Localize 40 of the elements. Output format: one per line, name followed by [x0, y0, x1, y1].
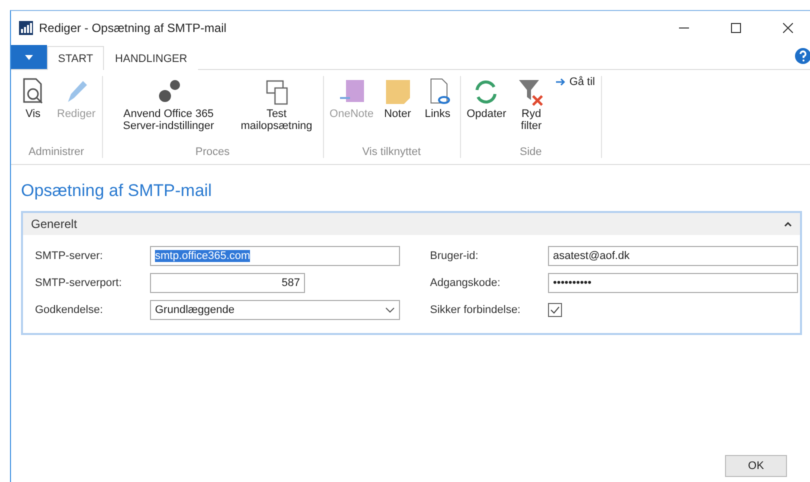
- group-label: Administrer: [27, 146, 86, 158]
- field-label: Sikker forbindelse:: [430, 304, 522, 316]
- group-label: Side: [518, 146, 543, 158]
- ribbon-button[interactable]: Test mailopsætning: [236, 76, 317, 132]
- collapse-icon[interactable]: [784, 222, 792, 226]
- ribbon-tab[interactable]: START: [47, 46, 104, 70]
- page-title: Opsætning af SMTP-mail: [20, 180, 213, 202]
- group-label: Proces: [194, 146, 231, 158]
- text-field[interactable]: asatest@aof.dk: [548, 246, 798, 266]
- password-field[interactable]: ••••••••••: [548, 273, 798, 293]
- checkbox[interactable]: [548, 303, 562, 317]
- ribbon-button[interactable]: Ryd filter: [514, 76, 548, 132]
- window-title: Rediger - Opsætning af SMTP-mail: [39, 21, 228, 35]
- minimize-icon: [679, 27, 689, 29]
- field-label: Adgangskode:: [430, 277, 502, 289]
- dropdown-field[interactable]: Grundlæggende: [150, 300, 400, 320]
- ribbon-button[interactable]: Anvend Office 365 Server-indstillinger: [108, 76, 229, 132]
- close-icon: [783, 23, 793, 33]
- field-label: SMTP-serverport:: [35, 277, 123, 289]
- text-field[interactable]: smtp.office365.com: [150, 246, 400, 266]
- ribbon-button[interactable]: Links: [422, 76, 454, 120]
- field-label: Bruger-id:: [430, 250, 480, 262]
- ok-button[interactable]: OK: [725, 455, 787, 477]
- ribbon-button[interactable]: Vis: [17, 76, 49, 120]
- arrow-right-icon: [556, 78, 566, 86]
- app-logo-icon: [19, 21, 33, 35]
- ribbon-button[interactable]: Noter: [382, 76, 414, 120]
- group-label: Vis tilknyttet: [361, 146, 422, 158]
- menu-button[interactable]: [11, 45, 47, 69]
- chevron-down-icon: [385, 307, 395, 313]
- caret-down-icon: [25, 54, 33, 60]
- ribbon-button[interactable]: Opdater: [466, 76, 506, 120]
- maximize-icon: [731, 23, 741, 33]
- goto-link[interactable]: Gå til: [556, 76, 595, 88]
- field-label: Godkendelse:: [35, 304, 104, 316]
- number-field[interactable]: 587: [150, 273, 305, 293]
- field-label: SMTP-server:: [35, 250, 104, 262]
- help-icon[interactable]: [795, 48, 810, 64]
- field-value: asatest@aof.dk: [553, 250, 630, 262]
- section-title: Generelt: [31, 217, 78, 231]
